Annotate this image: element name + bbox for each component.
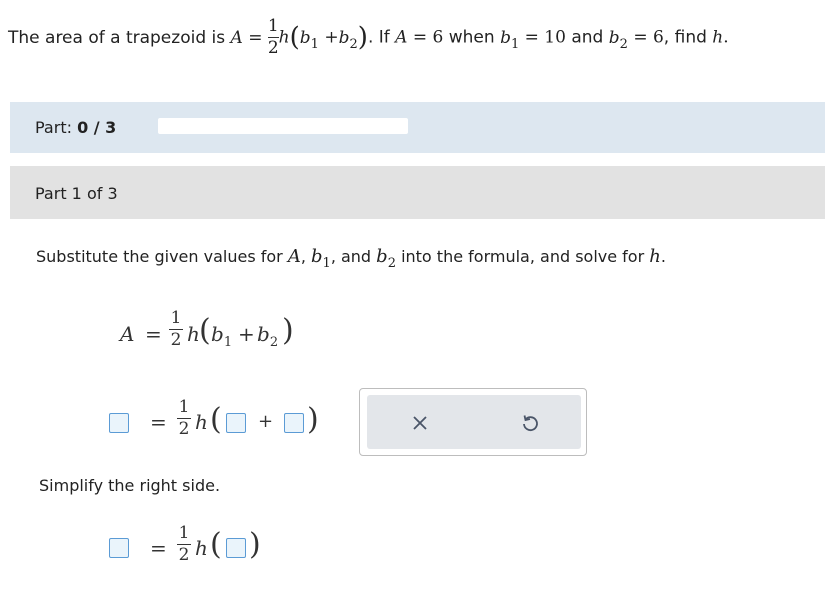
undo-button[interactable] bbox=[510, 403, 550, 443]
simplify-fraction: 12 bbox=[177, 523, 191, 565]
clear-button[interactable] bbox=[400, 403, 440, 443]
b1-value: 10 bbox=[544, 27, 566, 48]
b2-input-box[interactable] bbox=[284, 413, 304, 433]
b2-value: 6 bbox=[652, 27, 664, 48]
simplify-instruction: Simplify the right side. bbox=[39, 476, 221, 495]
b1-input-box[interactable] bbox=[226, 413, 246, 433]
instruction-text: Substitute the given values for A, b1, a… bbox=[36, 246, 666, 271]
problem-when-text: when bbox=[443, 27, 501, 48]
simplified-sum-input-box[interactable] bbox=[226, 538, 246, 558]
progress-track bbox=[158, 118, 408, 134]
area-value: 6 bbox=[432, 27, 444, 48]
part-progress-label: Part: 0 / 3 bbox=[35, 118, 117, 137]
simplified-left-input-box[interactable] bbox=[109, 538, 129, 558]
part-progress-bar bbox=[10, 102, 825, 153]
problem-intro-text: The area of a trapezoid is bbox=[8, 27, 231, 48]
part-header-label: Part 1 of 3 bbox=[35, 184, 118, 203]
area-input-box[interactable] bbox=[109, 413, 129, 433]
one-half-fraction: 12 bbox=[267, 16, 279, 58]
close-icon bbox=[413, 416, 427, 430]
substitution-fraction: 12 bbox=[177, 397, 191, 439]
problem-find-text: , find bbox=[663, 27, 713, 48]
problem-and-text: and bbox=[565, 27, 609, 48]
problem-statement: The area of a trapezoid is A = 1 2 h(b1 +b… bbox=[8, 16, 729, 58]
problem-if-text: . If bbox=[367, 27, 396, 48]
part-header bbox=[10, 166, 825, 219]
undo-icon bbox=[523, 415, 538, 432]
part-progress-value: 0 / 3 bbox=[77, 118, 117, 137]
formula-fraction: 12 bbox=[169, 308, 183, 350]
